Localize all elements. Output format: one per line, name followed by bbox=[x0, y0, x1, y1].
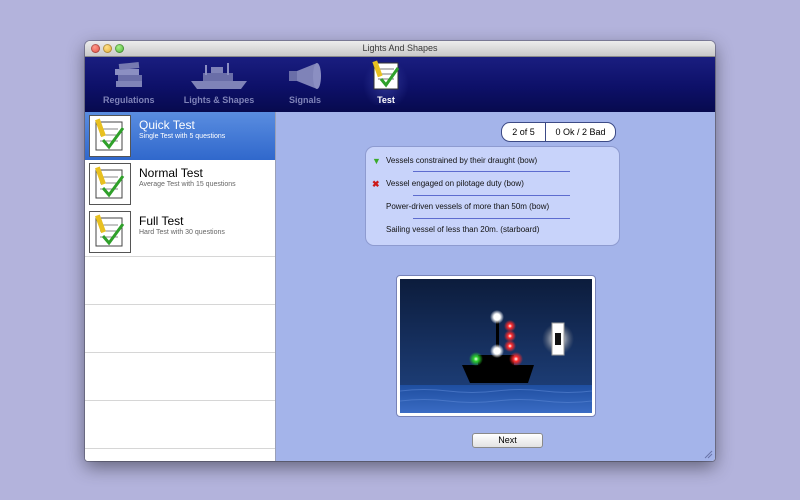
next-button[interactable]: Next bbox=[472, 433, 543, 448]
answer-option-2[interactable]: ✖ Vessel engaged on pilotage duty (bow) bbox=[366, 173, 619, 195]
toolbar-label: Regulations bbox=[103, 95, 155, 105]
toolbar-item-lights-shapes[interactable]: Lights & Shapes bbox=[183, 59, 255, 105]
sidebar-item-title: Quick Test bbox=[139, 118, 195, 132]
toolbar-item-test[interactable]: Test bbox=[363, 59, 409, 105]
empty-list-row bbox=[85, 352, 275, 401]
toolbar: Regulations Lights & Shapes Signals Test bbox=[85, 57, 715, 112]
night-vessel-illustration bbox=[400, 279, 592, 413]
toolbar-label: Lights & Shapes bbox=[183, 95, 255, 105]
empty-list-row bbox=[85, 304, 275, 353]
title-bar[interactable]: Lights And Shapes bbox=[85, 41, 715, 57]
score-summary: 0 Ok / 2 Bad bbox=[555, 127, 606, 137]
empty-list-row bbox=[85, 400, 275, 449]
checklist-icon bbox=[364, 59, 408, 93]
sidebar-item-title: Full Test bbox=[139, 214, 184, 228]
divider bbox=[366, 171, 619, 172]
question-progress: 2 of 5 bbox=[502, 123, 546, 141]
sidebar-item-subtitle: Single Test with 5 questions bbox=[139, 133, 226, 140]
sidebar-item-subtitle: Average Test with 15 questions bbox=[139, 181, 236, 188]
check-icon: ▼ bbox=[372, 156, 381, 166]
answer-text: Vessel engaged on pilotage duty (bow) bbox=[386, 179, 524, 188]
test-panel: 2 of 5 0 Ok / 2 Bad ▼ Vessels constraine… bbox=[276, 112, 715, 461]
app-window: Lights And Shapes Regulations Lights & S… bbox=[85, 41, 715, 461]
toolbar-item-regulations[interactable]: Regulations bbox=[103, 59, 155, 105]
checklist-icon bbox=[89, 115, 131, 157]
horn-icon bbox=[283, 59, 327, 93]
books-icon bbox=[106, 59, 150, 93]
sidebar-item-quick-test[interactable]: Quick Test Single Test with 5 questions bbox=[85, 112, 275, 161]
window-title: Lights And Shapes bbox=[362, 43, 438, 53]
resize-grip-icon[interactable] bbox=[703, 449, 713, 459]
test-list: Quick Test Single Test with 5 questions … bbox=[85, 112, 276, 461]
checklist-icon bbox=[89, 211, 131, 253]
sidebar-item-title: Normal Test bbox=[139, 166, 203, 180]
checklist-icon bbox=[89, 163, 131, 205]
answer-option-1[interactable]: ▼ Vessels constrained by their draught (… bbox=[366, 150, 619, 172]
score-counter: 2 of 5 0 Ok / 2 Bad bbox=[501, 122, 616, 142]
ship-icon bbox=[187, 59, 251, 93]
sidebar-item-full-test[interactable]: Full Test Hard Test with 30 questions bbox=[85, 208, 275, 257]
answer-text: Power-driven vessels of more than 50m (b… bbox=[386, 202, 550, 211]
toolbar-label: Test bbox=[377, 95, 395, 105]
toolbar-label: Signals bbox=[288, 95, 321, 105]
sidebar-item-normal-test[interactable]: Normal Test Average Test with 15 questio… bbox=[85, 160, 275, 209]
sidebar-item-subtitle: Hard Test with 30 questions bbox=[139, 229, 225, 236]
vessel-scene bbox=[396, 275, 596, 417]
empty-list-row bbox=[85, 256, 275, 305]
answer-text: Vessels constrained by their draught (bo… bbox=[386, 156, 538, 165]
answer-list: ▼ Vessels constrained by their draught (… bbox=[365, 146, 620, 246]
answer-option-3[interactable]: Power-driven vessels of more than 50m (b… bbox=[366, 196, 619, 218]
toolbar-item-signals[interactable]: Signals bbox=[281, 59, 329, 105]
answer-text: Sailing vessel of less than 20m. (starbo… bbox=[386, 225, 540, 234]
answer-option-4[interactable]: Sailing vessel of less than 20m. (starbo… bbox=[366, 219, 619, 241]
cross-icon: ✖ bbox=[372, 179, 380, 189]
